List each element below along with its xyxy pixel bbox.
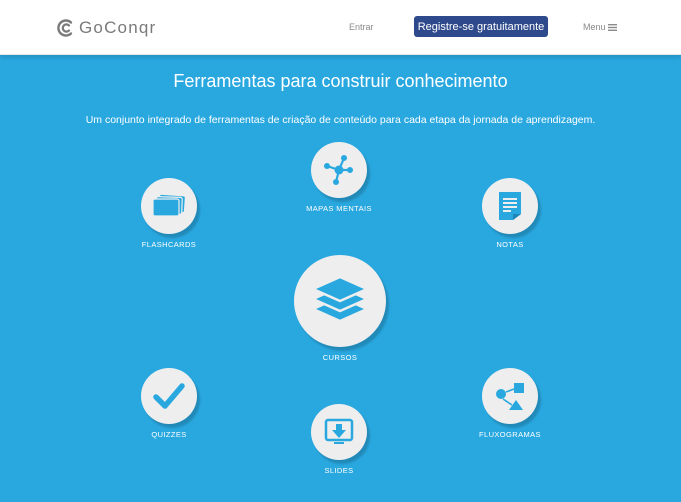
hamburger-icon: [607, 23, 617, 31]
slides-circle: [311, 404, 367, 460]
mind-maps-circle: [311, 142, 367, 198]
quizzes-circle: [141, 368, 197, 424]
goconqr-logo[interactable]: GoConqr: [56, 17, 156, 39]
notes-circle: [482, 178, 538, 234]
courses-label: CURSOS: [322, 353, 358, 362]
courses-layers-icon: [309, 275, 371, 323]
flashcards-label: FLASHCARDS: [141, 240, 197, 249]
courses-circle: [294, 255, 386, 347]
tool-courses[interactable]: CURSOS: [290, 255, 390, 362]
quizzes-label: QUIZZES: [151, 430, 187, 439]
site-header: GoConqr Entrar Registre-se gratuitamente…: [0, 0, 681, 55]
mind-map-icon: [324, 155, 353, 185]
flashcards-icon: [152, 193, 186, 217]
tool-quizzes[interactable]: QUIZZES: [129, 368, 209, 439]
register-button[interactable]: Registre-se gratuitamente: [414, 16, 548, 37]
tool-flashcards[interactable]: FLASHCARDS: [129, 178, 209, 249]
tool-slides[interactable]: SLIDES: [299, 404, 379, 475]
notes-icon: [499, 192, 521, 220]
flowcharts-label: FLUXOGRAMAS: [479, 430, 541, 439]
notes-label: NOTAS: [496, 240, 524, 249]
tool-notes[interactable]: NOTAS: [470, 178, 550, 249]
goconqr-logo-icon: [57, 19, 73, 37]
slides-label: SLIDES: [324, 466, 354, 475]
section-title: Ferramentas para construir conhecimento: [173, 71, 508, 91]
signin-link[interactable]: Entrar: [349, 22, 374, 32]
flowchart-icon: [496, 383, 524, 410]
mind-maps-label: MAPAS MENTAIS: [306, 204, 372, 213]
slides-icon: [324, 418, 354, 444]
logo-text: GoConqr: [79, 18, 157, 37]
flashcards-circle: [141, 178, 197, 234]
section-subtitle: Um conjunto integrado de ferramentas de …: [85, 114, 596, 126]
tool-mind-maps[interactable]: MAPAS MENTAIS: [299, 142, 379, 213]
flowcharts-circle: [482, 368, 538, 424]
menu-button[interactable]: Menu: [583, 22, 617, 32]
tool-flowcharts[interactable]: FLUXOGRAMAS: [470, 368, 550, 439]
checkmark-icon: [153, 383, 185, 409]
menu-label: Menu: [583, 22, 606, 32]
